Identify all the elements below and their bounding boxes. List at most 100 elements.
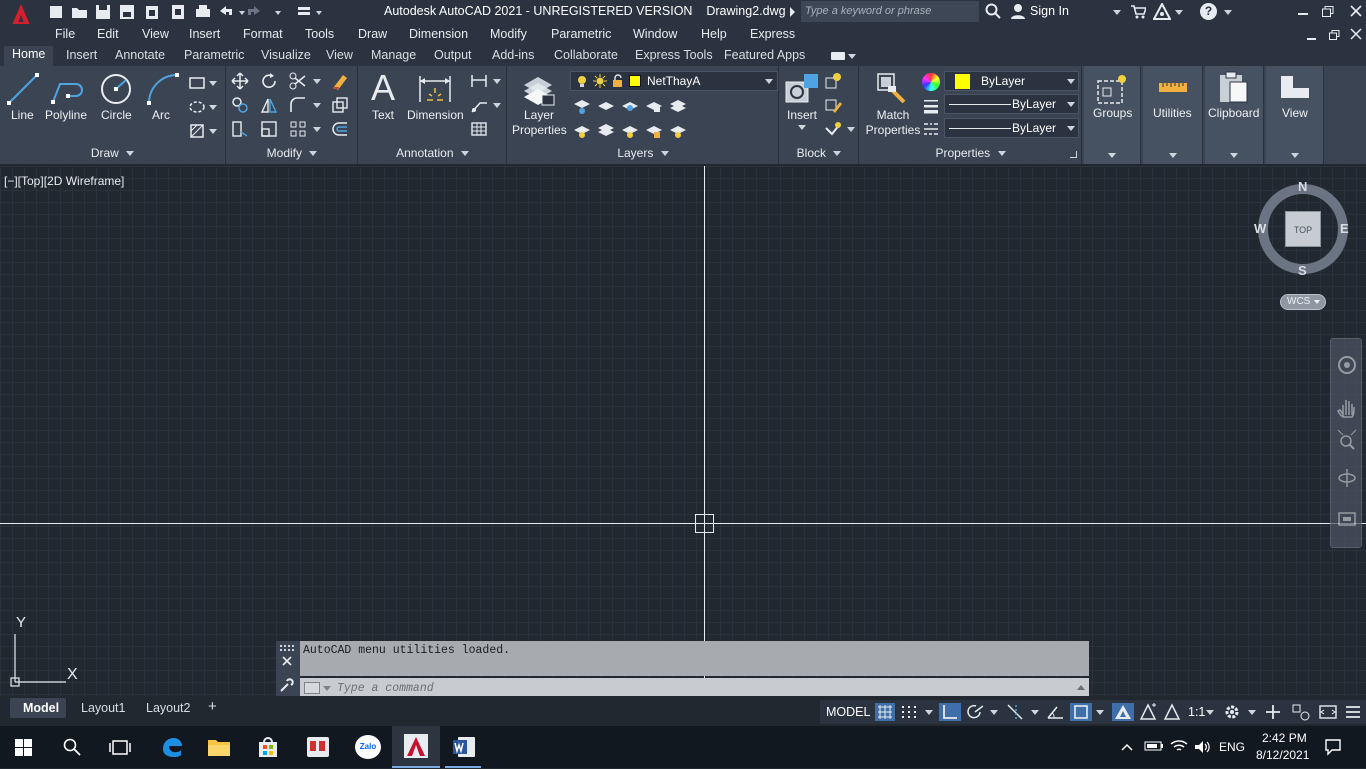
taskbar-search-icon[interactable] [63,738,81,756]
user-icon[interactable] [1010,3,1026,19]
text-button[interactable]: Text [372,108,394,122]
command-input[interactable]: Type a command [300,678,1089,698]
model-space-button[interactable]: MODEL [826,705,870,719]
dimension-button[interactable]: Dimension [407,108,464,122]
linear-dim-icon[interactable] [470,72,488,90]
compass-n[interactable]: N [1298,179,1307,194]
ribbon-options-dropdown-icon[interactable] [848,54,856,59]
teaching-app-icon[interactable] [305,735,331,759]
osnap-tracking-dropdown-icon[interactable] [1031,710,1039,715]
tab-collaborate[interactable]: Collaborate [554,48,618,62]
battery-icon[interactable] [1144,740,1164,752]
ribbon-minimize-icon[interactable] [831,52,845,60]
doc-minimize-icon[interactable] [1307,38,1316,40]
layer-dropdown[interactable]: NetThayA [570,71,778,91]
steeringwheel-icon[interactable] [1337,355,1357,375]
tab-express-tools[interactable]: Express Tools [635,48,713,62]
command-prompt-icon[interactable] [304,682,320,694]
fillet-dropdown-icon[interactable] [313,103,321,108]
stretch-icon[interactable] [231,120,249,138]
workspace-dropdown-icon[interactable] [1248,710,1256,715]
layer-on-icon[interactable] [575,74,589,88]
zoom-extents-icon[interactable] [1337,429,1357,451]
file-explorer-icon[interactable] [207,736,231,758]
menu-window[interactable]: Window [633,27,677,41]
explode-icon[interactable] [331,96,349,114]
array-dropdown-icon[interactable] [313,127,321,132]
doc-restore-icon[interactable] [1329,29,1340,40]
customization-menu-icon[interactable] [1344,703,1362,721]
edit-attributes-icon[interactable] [824,120,842,138]
trim-icon[interactable] [289,72,307,90]
attributes-dropdown-icon[interactable] [847,127,855,132]
ortho-icon[interactable] [939,703,961,721]
lineweight-dropdown[interactable]: ByLayer [944,94,1079,114]
layers-panel-title[interactable]: Layers [508,146,778,160]
close-icon[interactable] [1349,4,1363,18]
tab-output[interactable]: Output [434,48,472,62]
sign-in-link[interactable]: Sign In [1030,4,1069,18]
tab-annotate[interactable]: Annotate [115,48,165,62]
arc-button[interactable]: Arc [152,108,170,122]
edge-icon[interactable] [160,735,184,759]
search-input[interactable]: Type a keyword or phrase [801,1,979,22]
layer-thaw-icon[interactable] [593,74,607,88]
clipboard-panel[interactable]: Clipboard [1205,66,1264,164]
wifi-icon[interactable] [1170,738,1188,754]
layout-tab-layout1[interactable]: Layout1 [81,701,125,715]
modify-panel-expand-icon[interactable] [309,151,318,157]
compass-e[interactable]: E [1340,221,1349,236]
app-dropdown-icon[interactable] [1175,10,1183,15]
match-properties-button[interactable]: Match Properties [863,108,923,138]
layout-tab-model[interactable]: Model [10,698,66,718]
linetype-dropdown[interactable]: ByLayer [944,118,1079,138]
tab-visualize[interactable]: Visualize [261,48,311,62]
cart-icon[interactable] [1130,4,1148,19]
wcs-menu-button[interactable]: WCS [1280,294,1326,310]
annotation-panel-expand-icon[interactable] [460,151,469,157]
draw-panel-title[interactable]: Draw [0,146,225,160]
annotation-scale-dropdown-icon[interactable] [1206,710,1214,715]
leader-icon[interactable] [470,96,488,114]
utilities-expand-icon[interactable] [1169,153,1177,158]
block-panel-title[interactable]: Block [780,146,858,160]
view-expand-icon[interactable] [1291,153,1299,158]
snap-dropdown-icon[interactable] [925,710,933,715]
autodesk-app-icon[interactable] [1152,1,1172,20]
workspace-gear-icon[interactable] [1223,703,1241,721]
match-properties-icon[interactable] [876,72,910,106]
command-prompt-dropdown-icon[interactable] [323,686,331,691]
viewcube-top-face[interactable]: TOP [1285,211,1321,247]
linetype-icon[interactable] [922,120,940,138]
tab-home[interactable]: Home [4,46,54,66]
layout-tab-layout2[interactable]: Layout2 [146,701,190,715]
annotation-scale-icon[interactable] [1162,703,1182,721]
annotation-autoscale-icon[interactable] [1138,703,1158,721]
menu-edit[interactable]: Edit [97,27,119,41]
object-snap-tracking-icon[interactable] [1006,703,1026,721]
volume-icon[interactable] [1193,739,1211,755]
tab-featured-apps[interactable]: Featured Apps [724,48,805,62]
microsoft-store-icon[interactable] [256,735,280,759]
table-icon[interactable] [470,120,488,138]
line-icon[interactable] [6,72,40,106]
restore-icon[interactable] [1322,6,1334,17]
search-icon[interactable] [985,3,1001,19]
layer-dropdown-arrow-icon[interactable] [765,79,773,84]
edit-block-icon[interactable] [824,96,842,114]
compass-s[interactable]: S [1298,263,1307,278]
mirror-icon[interactable] [260,96,278,114]
layer-properties-icon[interactable] [520,71,556,107]
tab-add-ins[interactable]: Add-ins [492,48,534,62]
polyline-icon[interactable] [50,72,84,106]
insert-block-button[interactable]: Insert [787,108,817,122]
annotation-monitor-plus-icon[interactable] [1264,703,1282,721]
properties-panel-expand-icon[interactable] [997,151,1006,157]
tray-chevron-icon[interactable] [1120,741,1134,751]
erase-icon[interactable] [331,72,349,90]
command-history-expand-icon[interactable] [1077,685,1085,690]
sign-in-dropdown-icon[interactable] [1113,10,1121,15]
clipboard-expand-icon[interactable] [1230,153,1238,158]
menu-view[interactable]: View [142,27,169,41]
polar-dropdown-icon[interactable] [990,710,998,715]
